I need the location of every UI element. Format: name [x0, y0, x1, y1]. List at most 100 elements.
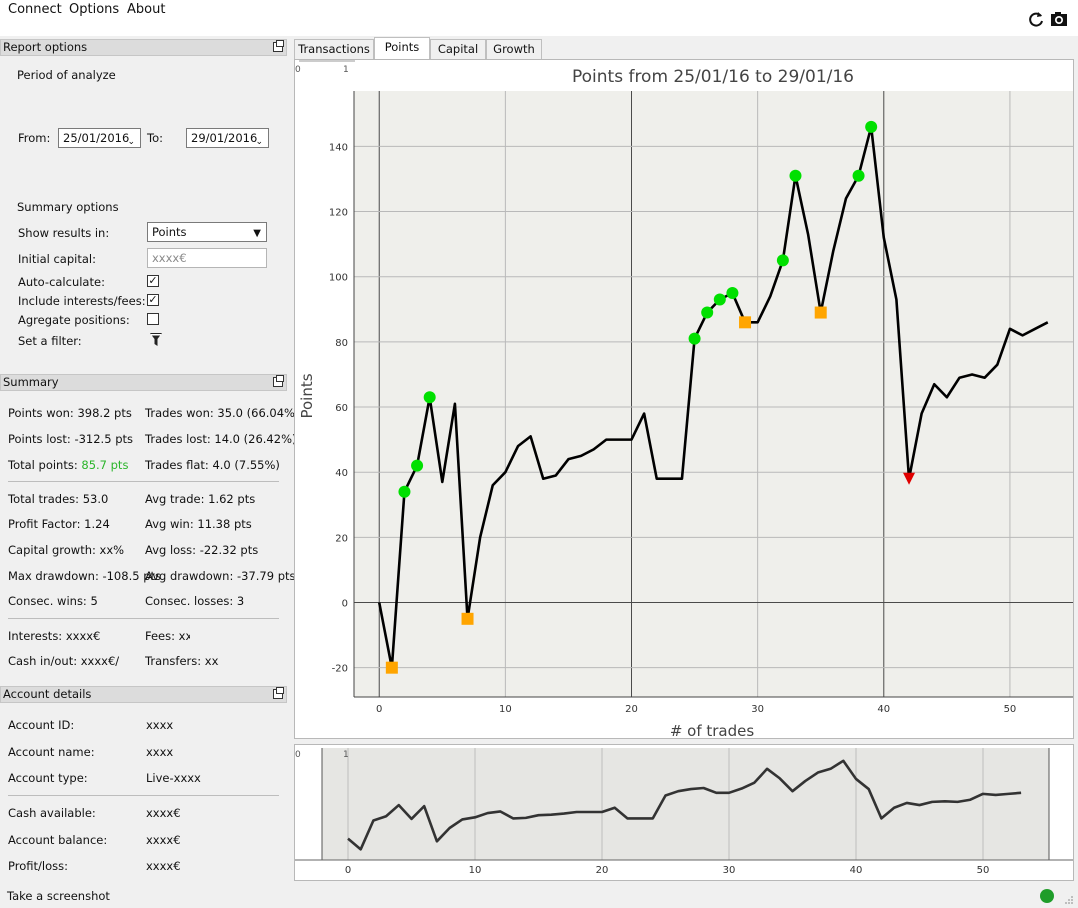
to-date-value: 29/01/2016 — [191, 131, 258, 145]
total-points-label: Total points: — [8, 458, 82, 472]
total-trades: Total trades: 53.0 — [8, 492, 109, 506]
points-chart-frame: 0 10 20 30 40 50 -20 0 20 40 60 80 100 120 140 0 1 Points… — [294, 59, 1074, 740]
summary-options-label: Summary options — [17, 200, 119, 214]
loss-marker — [739, 316, 752, 329]
summary-header: Summary — [0, 374, 287, 391]
divider — [8, 618, 279, 619]
period-label: Period of analyze — [17, 68, 116, 82]
initial-capital-input[interactable]: xxxx€ — [147, 248, 267, 268]
overview-tick-label: 20 — [596, 865, 609, 876]
win-marker — [865, 120, 878, 133]
refresh-icon[interactable] — [1027, 10, 1045, 28]
tab-growth[interactable]: Growth — [486, 39, 542, 59]
divider — [8, 481, 279, 482]
y-tick-label: 140 — [329, 142, 348, 153]
cash-in-out: Cash in/out: xxxx€/xxx — [8, 654, 119, 668]
win-marker — [726, 287, 739, 299]
chart-title: Points from 25/01/16 to 29/01/16 — [572, 67, 854, 87]
include-interests-checkbox[interactable]: ✓ — [147, 294, 159, 306]
account-name-label: Account name: — [8, 745, 95, 759]
y-tick-label: 20 — [335, 533, 348, 544]
resize-grip-icon[interactable] — [1064, 895, 1074, 905]
account-id-label: Account ID: — [8, 718, 75, 732]
avg-loss: Avg loss: -22.32 pts — [145, 543, 259, 557]
show-results-label: Show results in: — [18, 226, 110, 240]
auto-calc-checkbox[interactable]: ✓ — [147, 275, 159, 287]
win-marker — [398, 485, 411, 498]
summary-title: Summary — [3, 375, 59, 389]
win-marker — [701, 306, 714, 319]
from-date-value: 25/01/2016 — [63, 131, 130, 145]
x-tick-label: 20 — [625, 704, 638, 715]
transfers: Transfers: xxxx — [145, 654, 219, 668]
filter-icon[interactable] — [149, 332, 163, 348]
total-points: Total points: 85.7 pts — [8, 458, 128, 472]
overview-corner-0: 0 — [295, 750, 301, 760]
overview-corner-1: 1 — [343, 750, 349, 760]
overview-tick-label: 30 — [723, 865, 736, 876]
overview-chart[interactable]: 0 10 20 30 40 50 0 1 — [295, 745, 1073, 880]
overview-tick-label: 50 — [977, 865, 990, 876]
menu-options[interactable]: Options — [69, 2, 119, 17]
win-marker — [852, 169, 865, 182]
trades-flat: Trades flat: 4.0 (7.55%) — [145, 458, 280, 472]
tab-points[interactable]: Points — [374, 37, 430, 60]
account-type-label: Account type: — [8, 771, 88, 785]
loss-marker — [814, 306, 827, 319]
divider — [8, 795, 279, 796]
profit-factor: Profit Factor: 1.24 — [8, 517, 110, 531]
y-tick-label: 80 — [335, 338, 348, 349]
from-date-picker[interactable]: 25/01/2016 ⌄ — [58, 128, 141, 148]
menu-about[interactable]: About — [127, 2, 165, 17]
zoom-corner-1: 1 — [343, 65, 349, 75]
profit-loss-value: xxxx€ — [146, 859, 181, 873]
menu-connect[interactable]: Connect — [8, 2, 62, 17]
points-lost: Points lost: -312.5 pts — [8, 432, 133, 446]
cash-available-label: Cash available: — [8, 806, 96, 820]
loss-marker — [461, 612, 474, 625]
camera-icon[interactable] — [1050, 10, 1068, 28]
points-chart[interactable]: 0 10 20 30 40 50 -20 0 20 40 60 80 100 120 140 0 1 Points… — [295, 60, 1073, 740]
show-results-value: Points — [152, 225, 187, 239]
consec-wins: Consec. wins: 5 — [8, 594, 98, 608]
filter-label: Set a filter: — [18, 334, 82, 348]
account-name-value: xxxx — [146, 745, 174, 759]
fees: Fees: xxx — [145, 629, 190, 643]
win-marker — [423, 391, 436, 404]
x-tick-label: 50 — [1004, 704, 1017, 715]
cash-available-value: xxxx€ — [146, 806, 181, 820]
include-interests-label: Include interests/fees: — [18, 294, 146, 308]
chevron-down-icon: ⌄ — [127, 137, 135, 147]
y-tick-label: 0 — [342, 599, 348, 610]
plot-area — [354, 91, 1073, 697]
undock-icon[interactable] — [273, 375, 284, 387]
trades-won: Trades won: 35.0 (66.04%) — [145, 406, 300, 420]
aggregate-checkbox[interactable] — [147, 313, 159, 325]
total-points-value: 85.7 pts — [81, 458, 129, 472]
status-bar: Take a screenshot — [0, 885, 1078, 908]
account-balance-value: xxxx€ — [146, 833, 181, 847]
tab-capital[interactable]: Capital — [430, 39, 486, 59]
y-tick-label: 100 — [329, 273, 348, 284]
win-marker — [776, 254, 789, 267]
win-marker — [688, 332, 701, 345]
interests: Interests: xxxx€ — [8, 629, 101, 643]
report-options-header: Report options — [0, 39, 287, 56]
undock-icon[interactable] — [273, 40, 284, 52]
points-won: Points won: 398.2 pts — [8, 406, 132, 420]
to-date-picker[interactable]: 29/01/2016 ⌄ — [186, 128, 269, 148]
avg-trade: Avg trade: 1.62 pts — [145, 492, 256, 506]
undock-icon[interactable] — [273, 687, 284, 699]
x-tick-label: 0 — [376, 704, 382, 715]
y-tick-label: 60 — [335, 403, 348, 414]
show-results-select[interactable]: Points ▼ — [147, 222, 267, 242]
capital-growth: Capital growth: xx% — [8, 543, 125, 557]
trades-lost: Trades lost: 14.0 (26.42%) — [145, 432, 297, 446]
overview-tick-label: 10 — [469, 865, 482, 876]
x-tick-label: 40 — [877, 704, 890, 715]
chevron-down-icon: ⌄ — [255, 137, 263, 147]
x-axis-label: # of trades — [670, 722, 755, 738]
status-text: Take a screenshot — [7, 889, 110, 903]
menu-bar: Connect Options About — [0, 0, 1078, 36]
tab-transactions[interactable]: Transactions — [294, 39, 374, 59]
